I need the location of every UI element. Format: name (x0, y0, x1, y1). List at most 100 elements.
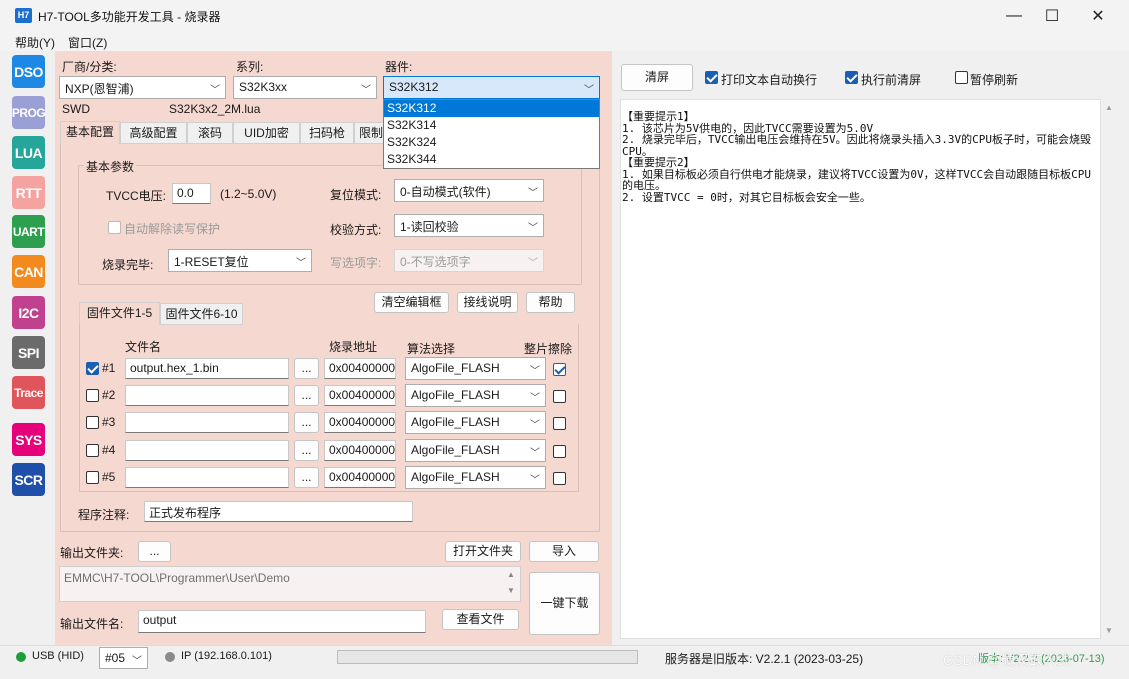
chevron-down-icon: ﹀ (210, 85, 220, 96)
full-erase-checkbox[interactable] (553, 472, 566, 485)
log-scrollbar[interactable] (1102, 99, 1116, 639)
address-input[interactable]: 0x00400000 (324, 467, 396, 488)
nav-prog-button[interactable]: PROG (12, 96, 46, 129)
view-file-button[interactable]: 查看文件 (442, 609, 519, 630)
algorithm-select[interactable]: AlgoFile_FLASH ﹀ (405, 439, 546, 462)
algorithm-select[interactable]: AlgoFile_FLASH ﹀ (405, 384, 546, 407)
tab-advanced-config[interactable]: 高级配置 (120, 122, 187, 144)
clear-editbox-button[interactable]: 清空编辑框 (374, 292, 449, 313)
wiring-guide-button[interactable]: 接线说明 (457, 292, 518, 313)
tab-firmware-1-5[interactable]: 固件文件1-5 (79, 302, 160, 325)
file-browse-button[interactable]: ... (294, 385, 319, 406)
tab-uid-encrypt[interactable]: UID加密 (233, 122, 300, 144)
address-input[interactable]: 0x00400000 (324, 358, 396, 379)
file-browse-button[interactable]: ... (294, 440, 319, 461)
address-input[interactable]: 0x00400000 (324, 440, 396, 461)
full-erase-checkbox[interactable] (553, 417, 566, 430)
pause-refresh-checkbox[interactable] (955, 71, 968, 84)
auto-unprotect-checkbox[interactable] (108, 221, 121, 234)
algorithm-select[interactable]: AlgoFile_FLASH ﹀ (405, 466, 546, 489)
file-name-input[interactable] (125, 412, 289, 433)
help-button[interactable]: 帮助 (526, 292, 575, 313)
file-enable-checkbox[interactable] (86, 416, 99, 429)
address-input[interactable]: 0x00400000 (324, 385, 396, 406)
file-name-input[interactable]: output.hex_1.bin (125, 358, 289, 379)
device-option[interactable]: S32K344 (384, 151, 599, 168)
full-erase-checkbox[interactable] (553, 390, 566, 403)
scroll-up-icon[interactable]: ▲ (507, 570, 515, 579)
device-select[interactable]: S32K312 ﹀ (383, 76, 600, 99)
nav-scr-button[interactable]: SCR (12, 463, 45, 496)
device-option[interactable]: S32K314 (384, 117, 599, 134)
file-enable-checkbox[interactable] (86, 362, 99, 375)
tab-limit[interactable]: 限制 (354, 122, 384, 144)
file-enable-checkbox[interactable] (86, 471, 99, 484)
file-enable-checkbox[interactable] (86, 389, 99, 402)
file-browse-button[interactable]: ... (294, 412, 319, 433)
tab-firmware-6-10[interactable]: 固件文件6-10 (160, 303, 243, 325)
option-bytes-select[interactable]: 0-不写选项字 ﹀ (394, 249, 544, 272)
nav-can-button[interactable]: CAN (12, 255, 45, 288)
file-browse-button[interactable]: ... (294, 358, 319, 379)
app-logo-icon: H7 (15, 8, 32, 23)
full-erase-checkbox[interactable] (553, 445, 566, 458)
note-input[interactable]: 正式发布程序 (144, 501, 413, 522)
reset-mode-select[interactable]: 0-自动模式(软件) ﹀ (394, 179, 544, 202)
nav-uart-button[interactable]: UART (12, 215, 45, 248)
series-select[interactable]: S32K3xx ﹀ (233, 76, 377, 99)
progress-bar (337, 650, 638, 664)
clear-before-run-checkbox[interactable] (845, 71, 858, 84)
scroll-down-icon[interactable]: ▼ (1105, 626, 1113, 635)
file-row-id: #1 (102, 361, 116, 375)
import-button[interactable]: 导入 (529, 541, 599, 562)
nav-rtt-button[interactable]: RTT (12, 176, 45, 209)
one-click-download-button[interactable]: 一键下载 (529, 572, 600, 635)
nav-i2c-button[interactable]: I2C (12, 296, 45, 329)
nav-lua-button[interactable]: LUA (12, 136, 45, 169)
chevron-down-icon: ﹀ (361, 85, 371, 96)
nav-spi-button[interactable]: SPI (12, 336, 45, 369)
vendor-select[interactable]: NXP(恩智浦) ﹀ (59, 76, 226, 99)
log-line: 2. 烧录完毕后，TVCC输出电压会维持在5V。因此将烧录头插入3.3V的CPU… (622, 133, 1091, 158)
tvcc-input[interactable]: 0.0 (172, 183, 211, 204)
tab-basic-config[interactable]: 基本配置 (60, 121, 120, 144)
menu-help[interactable]: 帮助(Y) (15, 34, 55, 51)
file-row-id: #4 (102, 443, 116, 457)
scroll-up-icon[interactable]: ▲ (1105, 103, 1113, 112)
tab-scanner[interactable]: 扫码枪 (300, 122, 354, 144)
output-folder-browse-button[interactable]: ... (138, 541, 171, 562)
algorithm-select[interactable]: AlgoFile_FLASH ﹀ (405, 411, 546, 434)
chevron-down-icon: ﹀ (528, 188, 538, 199)
clear-screen-button[interactable]: 清屏 (621, 64, 693, 91)
after-program-select[interactable]: 1-RESET复位 ﹀ (168, 249, 312, 272)
address-input[interactable]: 0x00400000 (324, 412, 396, 433)
log-output[interactable]: 【重要提示1】 1. 该芯片为5V供电的，因此TVCC需要设置为5.0V 2. … (620, 99, 1101, 639)
device-number-select[interactable]: #05 ﹀ (99, 647, 148, 669)
file-name-input[interactable] (125, 440, 289, 461)
device-option[interactable]: S32K324 (384, 134, 599, 151)
algorithm-select[interactable]: AlgoFile_FLASH ﹀ (405, 357, 546, 380)
maximize-button[interactable]: ☐ (1029, 0, 1075, 31)
file-enable-checkbox[interactable] (86, 444, 99, 457)
scroll-down-icon[interactable]: ▼ (507, 586, 515, 595)
file-name-input[interactable] (125, 467, 289, 488)
chevron-down-icon: ﹀ (296, 258, 306, 269)
output-path-text: EMMC\H7-TOOL\Programmer\User\Demo (64, 571, 290, 585)
close-button[interactable]: ✕ (1075, 0, 1121, 31)
menu-window[interactable]: 窗口(Z) (68, 34, 107, 51)
nav-sys-button[interactable]: SYS (12, 423, 45, 456)
nav-dso-button[interactable]: DSO (12, 55, 45, 88)
tab-rolling-code[interactable]: 滚码 (187, 122, 233, 144)
auto-wrap-checkbox[interactable] (705, 71, 718, 84)
verify-select[interactable]: 1-读回校验 ﹀ (394, 214, 544, 237)
output-name-label: 输出文件名: (60, 617, 124, 631)
nav-trace-button[interactable]: Trace (12, 376, 45, 409)
full-erase-checkbox[interactable] (553, 363, 566, 376)
open-folder-button[interactable]: 打开文件夹 (445, 541, 521, 562)
output-name-input[interactable]: output (138, 610, 426, 633)
server-version-text: 服务器是旧版本: V2.2.1 (2023-03-25) (665, 652, 864, 666)
device-option[interactable]: S32K312 (384, 100, 599, 117)
log-line: 1. 如果目标板必须自行供电才能烧录，建议将TVCC设置为0V，这样TVCC会自… (622, 167, 1091, 192)
file-browse-button[interactable]: ... (294, 467, 319, 488)
file-name-input[interactable] (125, 385, 289, 406)
